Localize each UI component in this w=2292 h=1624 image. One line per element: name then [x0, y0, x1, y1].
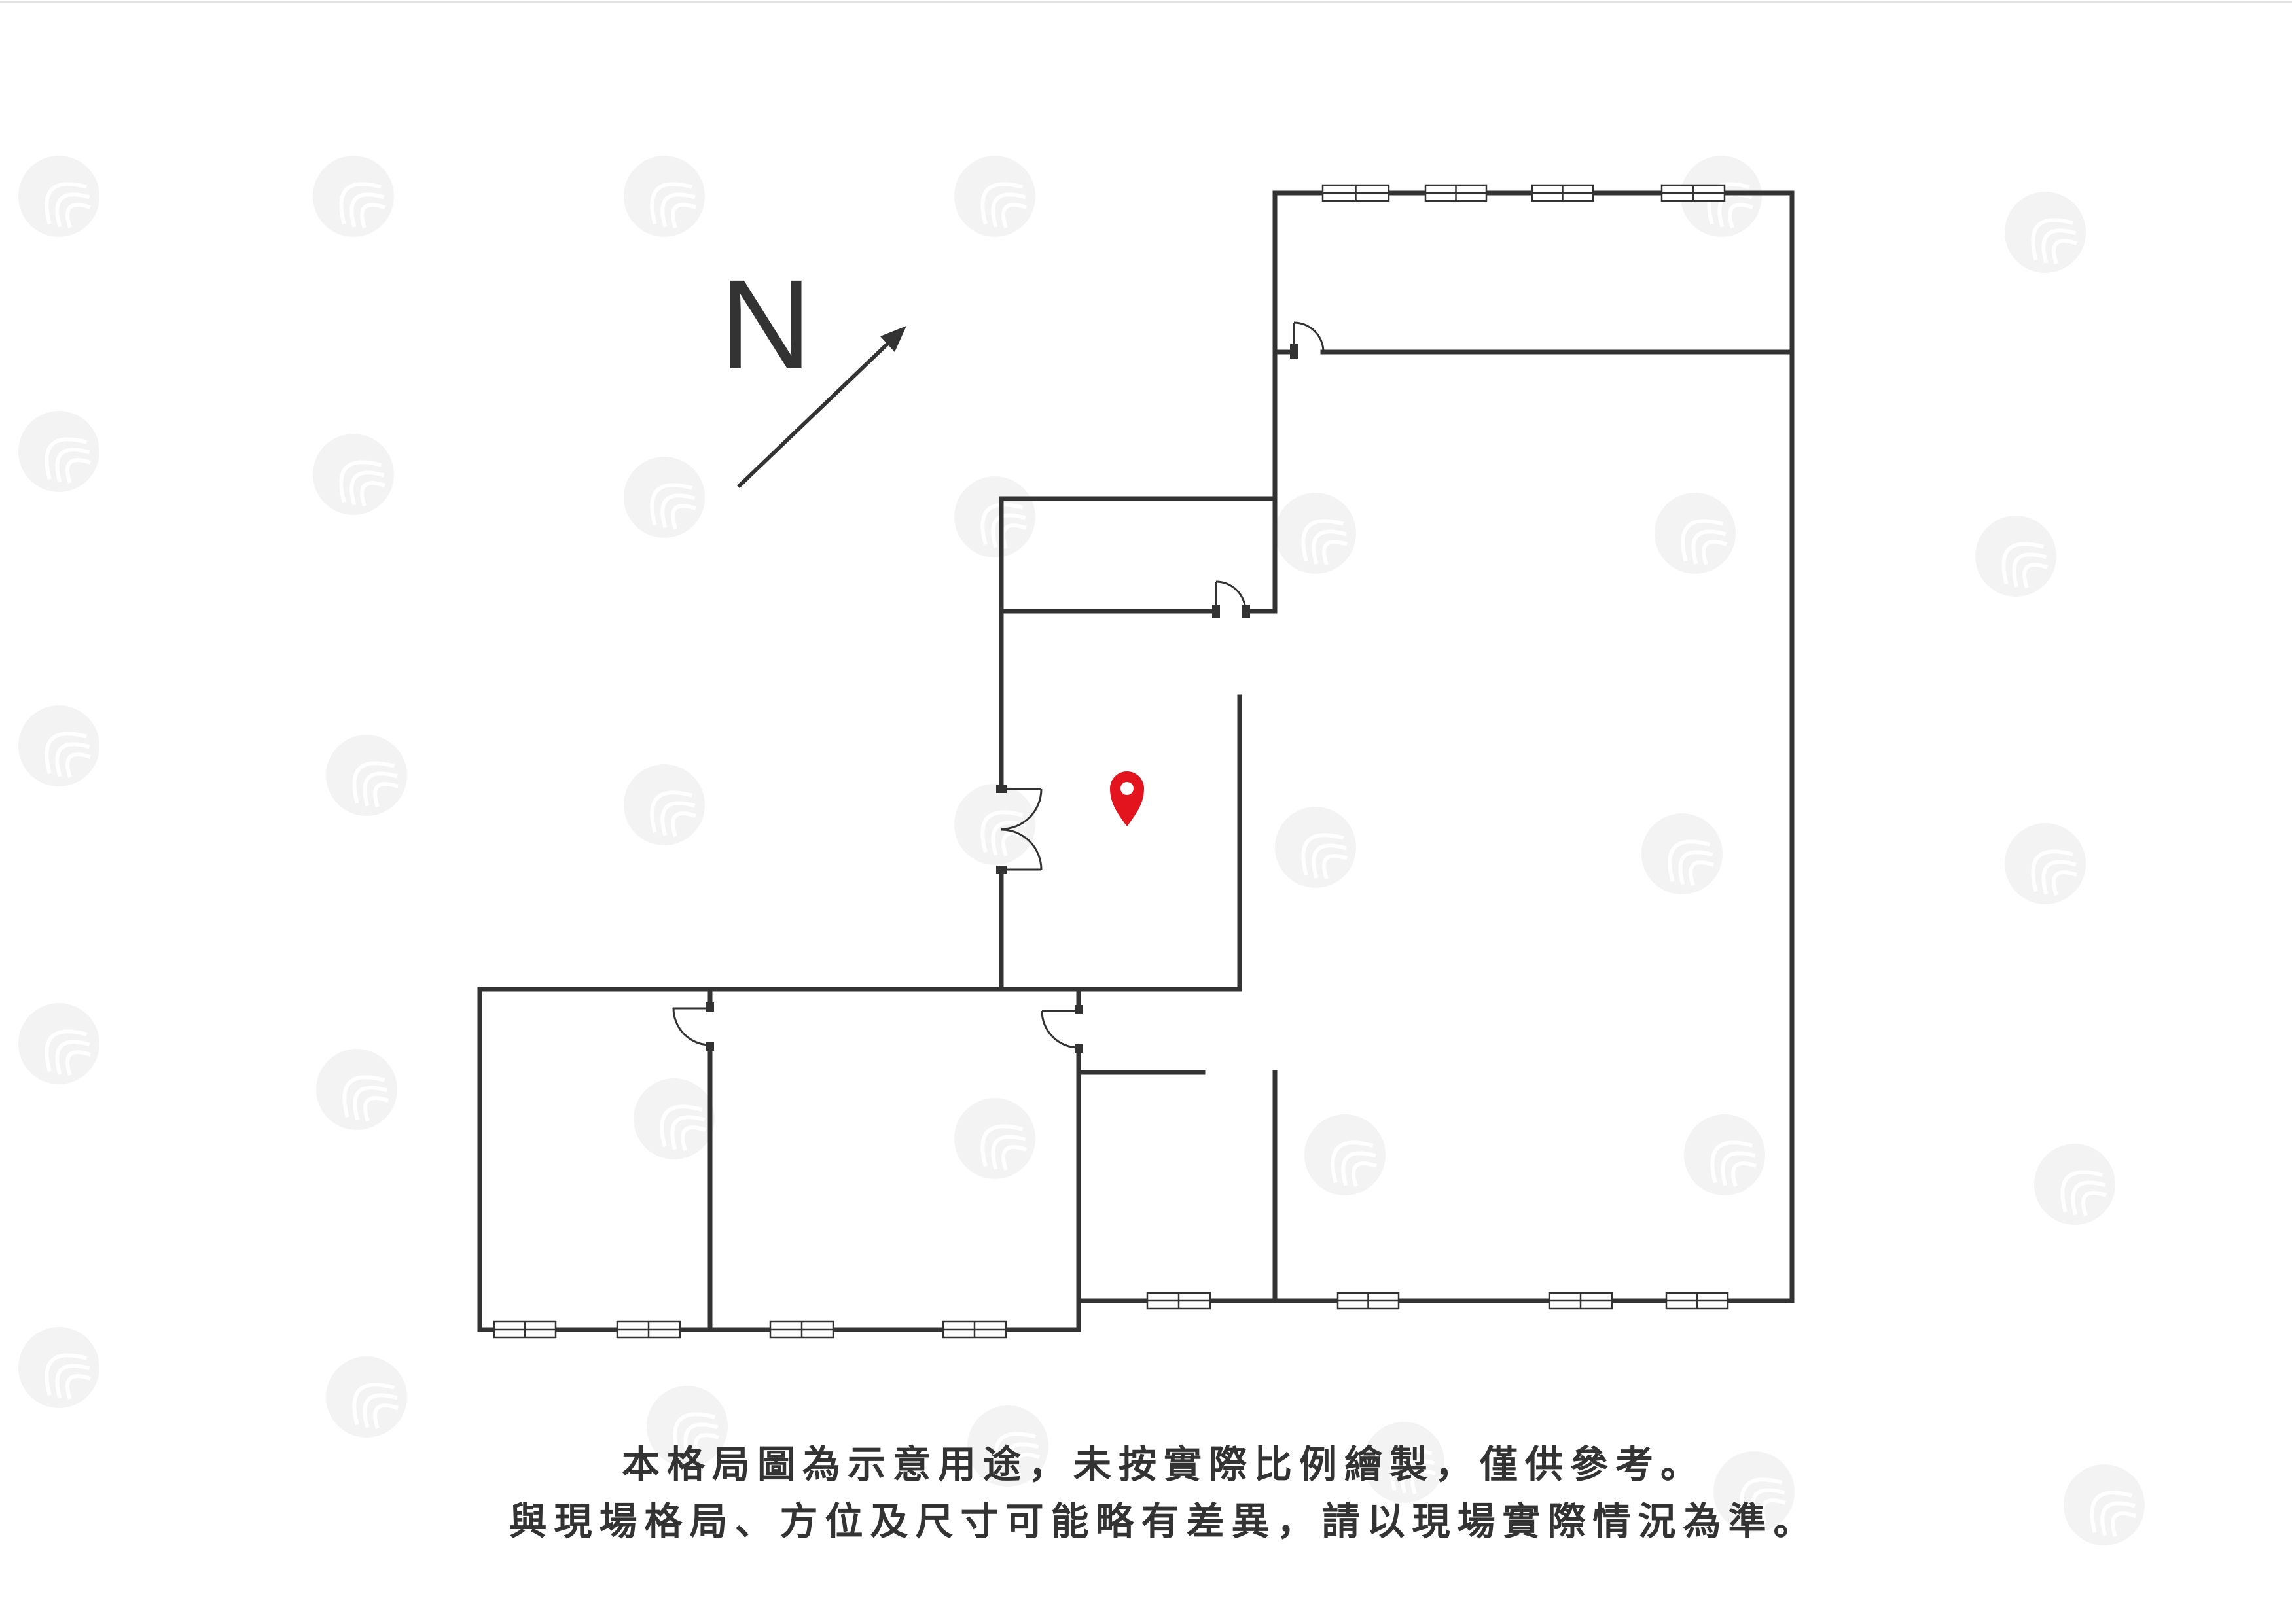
watermark-logo-icon: [624, 764, 705, 845]
window: [616, 1320, 681, 1339]
watermark-logo-icon: [1641, 813, 1723, 894]
watermark-logo-icon: [326, 735, 407, 816]
watermark-logo-icon: [624, 156, 705, 237]
window: [1665, 1292, 1729, 1310]
door-top-room: [1290, 321, 1325, 359]
window: [1146, 1292, 1211, 1310]
door-left-room: [672, 1002, 714, 1051]
watermark-logo-icon: [313, 434, 394, 515]
watermark-logo-icon: [2005, 192, 2086, 273]
map-pin-icon: [1110, 771, 1144, 826]
watermark-logo-icon: [1684, 1114, 1765, 1195]
doors: [672, 321, 1325, 1053]
window: [1424, 184, 1488, 202]
window: [493, 1320, 557, 1339]
window: [769, 1320, 834, 1339]
window: [1336, 1292, 1400, 1310]
watermark-logo-icon: [954, 156, 1035, 237]
windows: [493, 184, 1729, 1339]
window: [1660, 184, 1726, 202]
watermark-logo-icon: [1275, 807, 1356, 888]
door-small-room: [1212, 580, 1250, 618]
door-middle-room: [1041, 1005, 1083, 1053]
watermark-logo-icon: [18, 411, 99, 492]
watermark-logo-icon: [326, 1356, 407, 1438]
watermark-logo-icon: [954, 1098, 1035, 1179]
watermark-logo-icon: [2005, 823, 2086, 904]
compass: N: [720, 253, 906, 489]
watermark-logo-icon: [1655, 493, 1736, 574]
watermark-logo-icon: [634, 1078, 715, 1159]
watermark-logo-icon: [1975, 516, 2056, 597]
watermark-logo-icon: [18, 156, 99, 237]
disclaimer-line-1: 本格局圖為示意用途，未按實際比例繪製，僅供參考。: [622, 1442, 1706, 1487]
watermark-logo-icon: [2064, 1464, 2145, 1545]
watermark-logo-icon: [316, 1049, 397, 1130]
floor-plan-canvas: N 本格局圖為示意用途，未按實際比例繪製，僅供參考。 與現場格局、方位及尺寸可能…: [0, 1, 2292, 1545]
watermark-logo-icon: [624, 457, 705, 538]
window: [1321, 184, 1390, 202]
watermark-logo-icon: [1304, 1114, 1386, 1195]
watermark-logo-icon: [18, 1003, 99, 1084]
watermark-logo-icon: [18, 1327, 99, 1408]
window: [1548, 1292, 1613, 1310]
watermark-logo-icon: [313, 156, 394, 237]
window: [942, 1320, 1007, 1339]
window: [1531, 184, 1594, 202]
watermark-logo-icon: [954, 476, 1035, 557]
watermark-logo-icon: [2034, 1144, 2115, 1225]
compass-north-label: N: [720, 253, 812, 396]
disclaimer-line-2: 與現場格局、方位及尺寸可能略有差異，請以現場實際情況為準。: [509, 1499, 1818, 1544]
disclaimer: 本格局圖為示意用途，未按實際比例繪製，僅供參考。 與現場格局、方位及尺寸可能略有…: [509, 1442, 1818, 1544]
watermark-layer: [18, 156, 2145, 1545]
watermark-logo-icon: [954, 784, 1035, 865]
watermark-logo-icon: [18, 705, 99, 786]
